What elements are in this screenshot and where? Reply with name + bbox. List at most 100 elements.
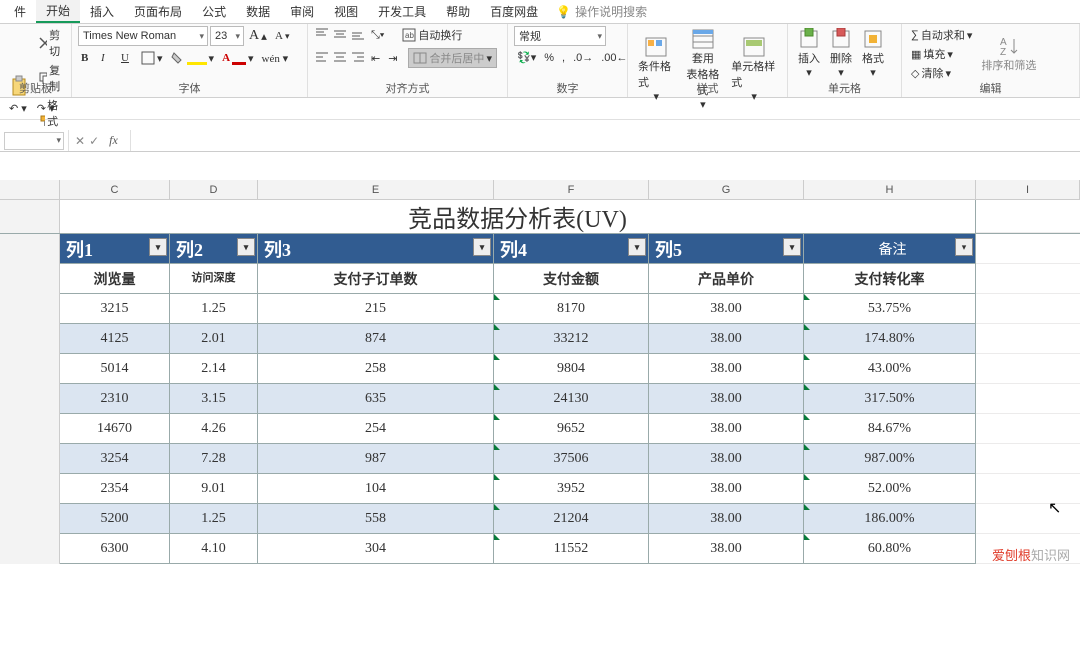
cell-rest[interactable]	[976, 444, 1080, 474]
subhead-rate[interactable]: 支付转化率	[804, 264, 976, 294]
autosum-button[interactable]: ∑ 自动求和 ▾	[908, 26, 975, 44]
indent-inc[interactable]: ⇥	[385, 51, 400, 66]
delete-cells-button[interactable]: 删除▾	[826, 26, 856, 81]
cell-amount[interactable]: 8170	[494, 294, 649, 324]
col-F[interactable]: F	[494, 180, 649, 199]
italic-button[interactable]: I	[98, 51, 116, 65]
cell-price[interactable]: 38.00	[649, 474, 804, 504]
cell-amount[interactable]: 9652	[494, 414, 649, 444]
filter-col1[interactable]: 列1▾	[60, 234, 170, 264]
subhead-amount[interactable]: 支付金额	[494, 264, 649, 294]
number-format-select[interactable]: 常规	[514, 26, 606, 46]
row-header[interactable]	[0, 354, 60, 384]
row-header[interactable]	[0, 384, 60, 414]
cell-price[interactable]: 38.00	[649, 414, 804, 444]
menu-insert[interactable]: 插入	[80, 1, 124, 22]
row-header-3[interactable]	[0, 264, 60, 294]
cell-depth[interactable]: 2.14	[170, 354, 258, 384]
cell-amount[interactable]: 33212	[494, 324, 649, 354]
orientation-button[interactable]: ⤡▾	[368, 28, 387, 43]
cell-price[interactable]: 38.00	[649, 354, 804, 384]
cell-depth[interactable]: 1.25	[170, 504, 258, 534]
enter-formula-icon[interactable]: ✓	[89, 134, 99, 148]
menu-review[interactable]: 审阅	[280, 1, 324, 22]
cell-amount[interactable]: 24130	[494, 384, 649, 414]
cell-I2[interactable]	[976, 234, 1080, 264]
cell-rate[interactable]: 43.00%	[804, 354, 976, 384]
format-cells-button[interactable]: 格式▾	[858, 26, 888, 81]
cell-views[interactable]: 2354	[60, 474, 170, 504]
font-family-select[interactable]: Times New Roman	[78, 26, 208, 46]
insert-cells-button[interactable]: 插入▾	[794, 26, 824, 81]
menu-formula[interactable]: 公式	[192, 1, 236, 22]
filter-col4[interactable]: 列4▾	[494, 234, 649, 264]
filter-drop-1[interactable]: ▾	[149, 238, 167, 256]
filter-drop-5[interactable]: ▾	[783, 238, 801, 256]
filter-drop-2[interactable]: ▾	[237, 238, 255, 256]
subhead-views[interactable]: 浏览量	[60, 264, 170, 294]
col-I[interactable]: I	[976, 180, 1080, 199]
merge-button[interactable]: 合并后居中 ▾	[408, 48, 497, 68]
cell-depth[interactable]: 9.01	[170, 474, 258, 504]
menu-help[interactable]: 帮助	[436, 1, 480, 22]
table-format-button[interactable]: 套用 表格格式▾	[681, 26, 726, 113]
col-G[interactable]: G	[649, 180, 804, 199]
underline-button[interactable]: U	[118, 51, 136, 65]
row-header[interactable]	[0, 444, 60, 474]
cell-rest[interactable]	[976, 354, 1080, 384]
tell-me[interactable]: 💡 操作说明搜索	[556, 3, 647, 20]
cell-depth[interactable]: 4.10	[170, 534, 258, 564]
cell-I3[interactable]	[976, 264, 1080, 294]
cell-orders[interactable]: 987	[258, 444, 494, 474]
comma-button[interactable]: ,	[559, 51, 568, 65]
cell-orders[interactable]: 104	[258, 474, 494, 504]
cell-views[interactable]: 4125	[60, 324, 170, 354]
cell-rate[interactable]: 60.80%	[804, 534, 976, 564]
align-top[interactable]	[314, 27, 330, 44]
fill-button[interactable]: ▦ 填充 ▾	[908, 45, 975, 63]
menu-view[interactable]: 视图	[324, 1, 368, 22]
row-header-1[interactable]	[0, 200, 60, 233]
fill-color-button[interactable]: ▾	[168, 50, 218, 66]
cell-views[interactable]: 5200	[60, 504, 170, 534]
cell-rest[interactable]	[976, 294, 1080, 324]
cell-depth[interactable]: 2.01	[170, 324, 258, 354]
menu-dev[interactable]: 开发工具	[368, 1, 436, 22]
cell-amount[interactable]: 11552	[494, 534, 649, 564]
col-C[interactable]: C	[60, 180, 170, 199]
col-H[interactable]: H	[804, 180, 976, 199]
filter-col2[interactable]: 列2▾	[170, 234, 258, 264]
cell-orders[interactable]: 254	[258, 414, 494, 444]
wrap-text-button[interactable]: ab 自动换行	[399, 26, 465, 44]
cell-views[interactable]: 14670	[60, 414, 170, 444]
row-header[interactable]	[0, 534, 60, 564]
cell-price[interactable]: 38.00	[649, 534, 804, 564]
row-header[interactable]	[0, 294, 60, 324]
grow-font-button[interactable]: A▴	[246, 27, 270, 45]
align-center[interactable]	[332, 50, 348, 67]
indent-dec[interactable]: ⇤	[368, 51, 383, 66]
cell-orders[interactable]: 874	[258, 324, 494, 354]
menu-page-layout[interactable]: 页面布局	[124, 1, 192, 22]
filter-col3[interactable]: 列3▾	[258, 234, 494, 264]
cell-price[interactable]: 38.00	[649, 444, 804, 474]
cell-views[interactable]: 3254	[60, 444, 170, 474]
align-middle[interactable]	[332, 27, 348, 44]
col-D[interactable]: D	[170, 180, 258, 199]
subhead-depth[interactable]: 访问深度	[170, 264, 258, 294]
cell-rate[interactable]: 317.50%	[804, 384, 976, 414]
filter-col5[interactable]: 列5▾	[649, 234, 804, 264]
row-header-2[interactable]	[0, 234, 60, 264]
cell-views[interactable]: 6300	[60, 534, 170, 564]
subhead-price[interactable]: 产品单价	[649, 264, 804, 294]
name-box[interactable]	[4, 132, 64, 150]
cell-price[interactable]: 38.00	[649, 324, 804, 354]
phonetic-button[interactable]: wén ▾	[259, 51, 292, 66]
font-color-button[interactable]: A▾	[219, 51, 256, 66]
cell-rate[interactable]: 174.80%	[804, 324, 976, 354]
row-header[interactable]	[0, 414, 60, 444]
cell-views[interactable]: 2310	[60, 384, 170, 414]
cell-rate[interactable]: 52.00%	[804, 474, 976, 504]
filter-drop-4[interactable]: ▾	[628, 238, 646, 256]
menu-baidu[interactable]: 百度网盘	[480, 1, 548, 22]
